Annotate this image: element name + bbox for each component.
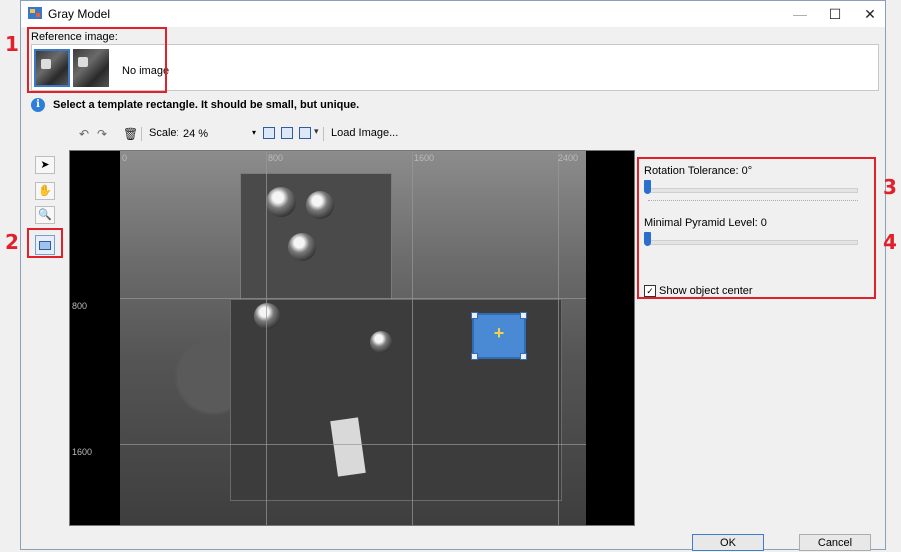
- cancel-button[interactable]: Cancel: [799, 534, 871, 551]
- resize-handle[interactable]: [471, 353, 478, 360]
- grid-line: [120, 444, 586, 445]
- grid-line: [412, 151, 413, 525]
- resize-handle[interactable]: [520, 353, 527, 360]
- pointer-tool-icon[interactable]: ➤: [35, 156, 55, 174]
- axis-tick: 2400: [558, 153, 579, 163]
- annotation-box-2: [27, 228, 63, 258]
- grid-line: [558, 151, 559, 525]
- axis-tick: 800: [268, 153, 284, 163]
- minimize-button[interactable]: —: [783, 1, 817, 27]
- annotation-number-3: 3: [883, 175, 897, 199]
- pcb-image: +: [120, 151, 586, 525]
- axis-tick: 800: [72, 301, 88, 311]
- object-center-marker: +: [493, 323, 505, 343]
- toolbar-separator: [141, 127, 142, 141]
- scale-value: 24 %: [183, 128, 209, 140]
- resize-handle[interactable]: [471, 312, 478, 319]
- capacitor: [254, 303, 280, 329]
- title-bar: Gray Model — ☐ ✕: [21, 1, 885, 27]
- window-title: Gray Model: [48, 7, 111, 21]
- axis-tick: 0: [122, 153, 128, 163]
- zoom-tool-icon[interactable]: 🔍: [35, 206, 55, 224]
- toolbar-separator: [323, 127, 324, 141]
- annotation-number-4: 4: [883, 230, 897, 254]
- grid-line: [120, 298, 586, 299]
- template-rectangle[interactable]: +: [471, 312, 527, 360]
- capacitor: [288, 233, 316, 261]
- capacitor: [266, 187, 296, 217]
- delete-icon[interactable]: 🗑: [123, 125, 138, 143]
- annotation-number-1: 1: [5, 32, 19, 56]
- app-icon: [28, 7, 42, 19]
- close-button[interactable]: ✕: [853, 1, 887, 27]
- capacitor: [306, 191, 334, 219]
- axis-tick: 1600: [414, 153, 435, 163]
- ok-button[interactable]: OK: [692, 534, 764, 551]
- load-image-button[interactable]: Load Image...: [331, 127, 398, 139]
- capacitor: [370, 331, 392, 353]
- maximize-button[interactable]: ☐: [818, 1, 852, 27]
- redo-icon[interactable]: ↷: [97, 125, 107, 143]
- annotation-box-1: [27, 27, 167, 93]
- toolbar: ↶ ↷ 🗑 Scale: 24 % ▾ Load Image...: [79, 125, 579, 143]
- grid-line: [266, 151, 267, 525]
- undo-icon[interactable]: ↶: [79, 125, 89, 143]
- scale-label: Scale:: [149, 127, 180, 139]
- pan-hand-icon[interactable]: ✋: [35, 182, 55, 200]
- zoom-fit-icon[interactable]: [263, 127, 275, 139]
- zoom-actual-icon[interactable]: [281, 127, 293, 139]
- info-icon: i: [31, 98, 45, 112]
- chevron-down-icon: ▾: [251, 128, 256, 137]
- scale-dropdown[interactable]: 24 % ▾: [178, 125, 258, 143]
- annotation-box-3-4: [637, 157, 876, 299]
- axis-tick: 1600: [72, 447, 93, 457]
- info-text: Select a template rectangle. It should b…: [53, 99, 360, 111]
- image-canvas[interactable]: + 0 800 1600 2400 800 1600: [69, 150, 635, 526]
- display-options-icon[interactable]: [299, 126, 319, 139]
- annotation-number-2: 2: [5, 230, 19, 254]
- resize-handle[interactable]: [520, 312, 527, 319]
